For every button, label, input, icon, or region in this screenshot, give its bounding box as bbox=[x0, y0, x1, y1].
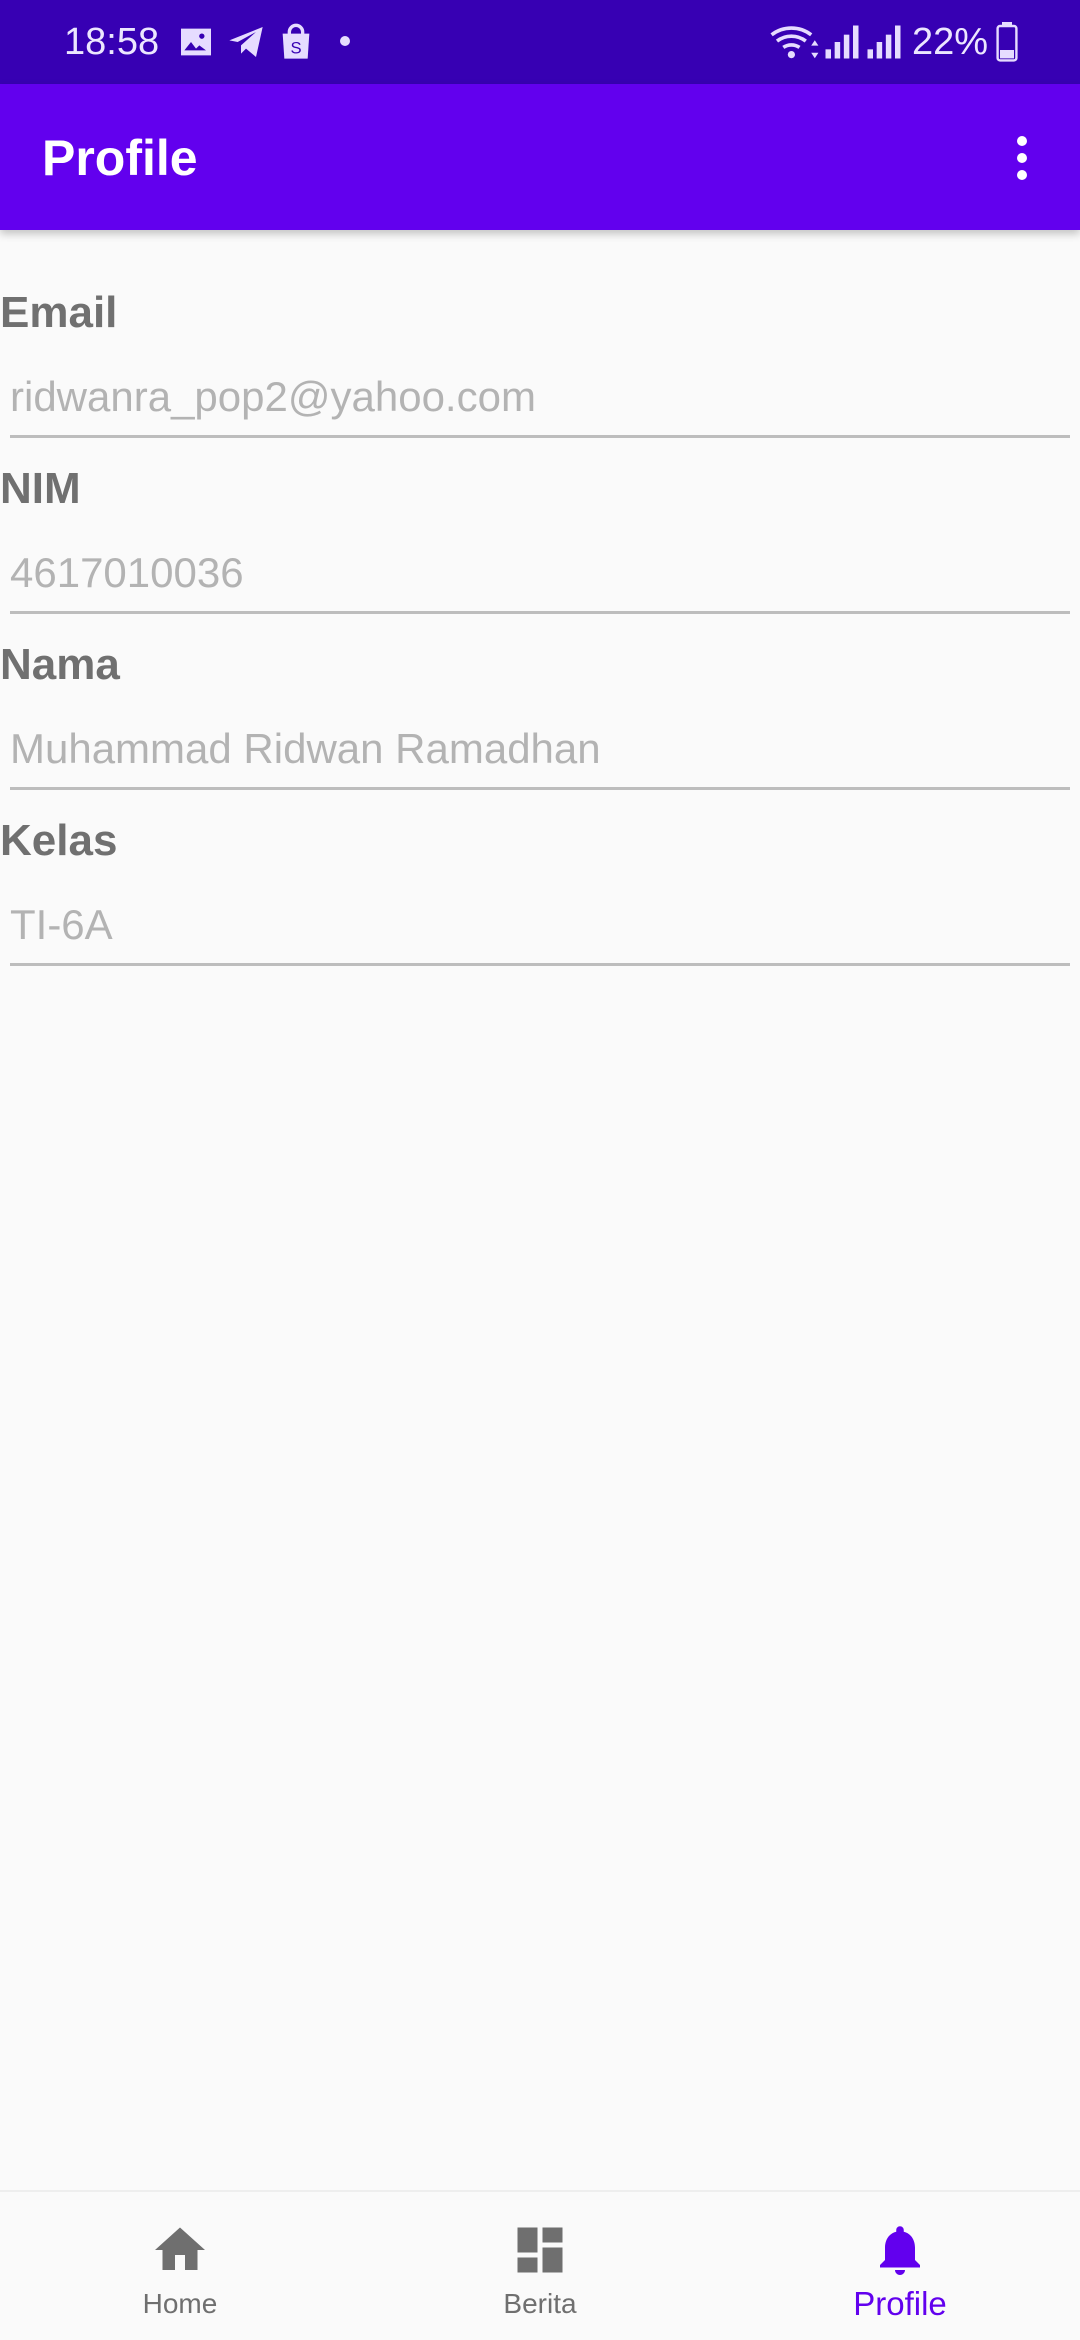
more-vertical-icon[interactable] bbox=[1000, 128, 1044, 188]
shopping-bag-icon: S bbox=[276, 22, 316, 62]
nav-label-profile: Profile bbox=[853, 2285, 947, 2322]
wifi-icon bbox=[768, 20, 822, 64]
nama-field[interactable] bbox=[10, 718, 1070, 790]
app-bar: Profile bbox=[0, 84, 1080, 230]
nav-label-home: Home bbox=[142, 2288, 218, 2319]
home-icon bbox=[150, 2220, 210, 2280]
battery-icon bbox=[996, 22, 1018, 62]
dashboard-icon bbox=[510, 2220, 570, 2280]
status-time: 18:58 bbox=[64, 21, 160, 63]
email-label: Email bbox=[0, 288, 118, 337]
image-icon bbox=[176, 22, 216, 62]
nama-label: Nama bbox=[0, 640, 120, 689]
profile-screen: 18:58 S 22% Profile Email ridwanra_pop2@… bbox=[0, 0, 1080, 2340]
nav-item-home[interactable]: Home bbox=[0, 2192, 360, 2340]
kelas-field[interactable] bbox=[10, 894, 1070, 966]
battery-percent: 22% bbox=[912, 21, 989, 63]
telegram-icon bbox=[226, 22, 266, 62]
nav-item-berita[interactable]: Berita bbox=[360, 2192, 720, 2340]
bottom-navigation: Home Berita Profile bbox=[0, 2190, 1080, 2340]
page-title: Profile bbox=[42, 130, 198, 186]
dot-icon bbox=[340, 36, 350, 46]
signal-icon bbox=[862, 20, 906, 64]
status-bar: 18:58 S 22% bbox=[0, 0, 1080, 84]
bell-icon bbox=[870, 2220, 930, 2280]
kelas-label: Kelas bbox=[0, 816, 118, 865]
nim-field[interactable] bbox=[10, 542, 1070, 614]
nim-label: NIM bbox=[0, 464, 81, 513]
email-field[interactable] bbox=[10, 366, 1070, 438]
svg-text:S: S bbox=[290, 39, 301, 58]
signal-icon bbox=[820, 20, 864, 64]
nav-label-berita: Berita bbox=[503, 2288, 577, 2319]
nav-item-profile[interactable]: Profile bbox=[720, 2192, 1080, 2340]
